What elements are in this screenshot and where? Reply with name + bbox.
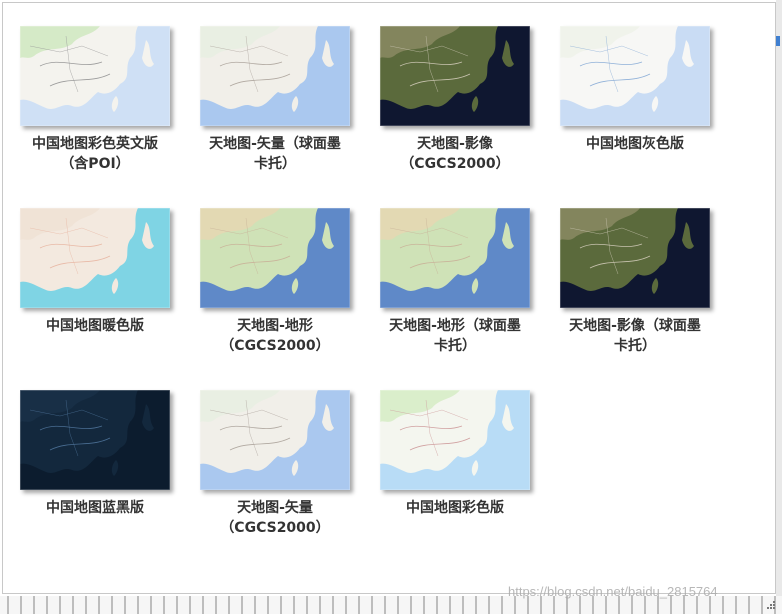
tile-china-color[interactable] <box>380 390 530 495</box>
label-line: 中国地图蓝黑版 <box>46 500 144 516</box>
map-thumbnail-image <box>200 26 350 126</box>
resize-grip-icon[interactable] <box>766 600 776 610</box>
tile-tianditu-vector-cgcs[interactable] <box>200 390 350 495</box>
map-thumbnail-image <box>380 26 530 126</box>
label-line: 天地图-矢量 <box>237 500 313 516</box>
label-line: （含POI） <box>60 156 130 172</box>
map-thumbnail-image <box>20 208 170 308</box>
map-thumbnail-label[interactable]: 中国地图暖色版 <box>0 316 195 336</box>
label-line: 卡托） <box>614 338 656 354</box>
map-thumbnail-label[interactable]: 天地图-地形 （CGCS2000） <box>175 316 375 356</box>
map-thumbnail-label[interactable]: 天地图-矢量 （CGCS2000） <box>175 498 375 538</box>
map-thumbnail-label[interactable]: 天地图-影像 （CGCS2000） <box>355 134 555 174</box>
tile-china-gray[interactable] <box>560 26 710 131</box>
map-thumbnail-image <box>20 26 170 126</box>
label-line: （CGCS2000） <box>220 338 330 354</box>
label-line: 中国地图暖色版 <box>46 318 144 334</box>
map-thumbnail-image <box>560 26 710 126</box>
label-line: 中国地图彩色版 <box>406 500 504 516</box>
map-thumbnail-label[interactable]: 天地图-地形（球面墨 卡托） <box>355 316 555 356</box>
map-thumbnail-label[interactable]: 天地图-矢量（球面墨 卡托） <box>175 134 375 174</box>
label-line: 天地图-影像 <box>417 136 493 152</box>
label-line: 天地图-地形 <box>237 318 313 334</box>
label-line: 天地图-地形（球面墨 <box>389 318 521 334</box>
map-thumbnail-label[interactable]: 中国地图彩色版 <box>355 498 555 518</box>
tile-tianditu-terrain-cgcs[interactable] <box>200 208 350 313</box>
map-thumbnail-label[interactable]: 天地图-影像（球面墨 卡托） <box>535 316 735 356</box>
map-thumbnail-image <box>200 390 350 490</box>
map-thumbnail-label[interactable]: 中国地图蓝黑版 <box>0 498 195 518</box>
label-line: 中国地图灰色版 <box>586 136 684 152</box>
tile-china-blue-black[interactable] <box>20 390 170 495</box>
tile-tianditu-image-cgcs[interactable] <box>380 26 530 131</box>
map-thumbnail-image <box>380 390 530 490</box>
label-line: 天地图-矢量（球面墨 <box>209 136 341 152</box>
map-thumbnail-image <box>20 390 170 490</box>
map-thumbnail-image <box>560 208 710 308</box>
tile-tianditu-image-mercator[interactable] <box>560 208 710 313</box>
tile-tianditu-vector-mercator[interactable] <box>200 26 350 131</box>
map-thumbnail-image <box>380 208 530 308</box>
map-thumbnail-label[interactable]: 中国地图灰色版 <box>535 134 735 154</box>
watermark-text: https://blog.csdn.net/baidu_2815764 <box>508 584 718 599</box>
label-line: 中国地图彩色英文版 <box>32 136 158 152</box>
tile-tianditu-terrain-mercator[interactable] <box>380 208 530 313</box>
window-edge <box>776 0 782 614</box>
label-line: （CGCS2000） <box>220 520 330 536</box>
label-line: 卡托） <box>434 338 476 354</box>
tile-china-warm[interactable] <box>20 208 170 313</box>
window-edge-accent <box>776 36 780 46</box>
map-thumbnail-label[interactable]: 中国地图彩色英文版 （含POI） <box>0 134 195 174</box>
label-line: 天地图-影像（球面墨 <box>569 318 701 334</box>
tile-china-color-english[interactable] <box>20 26 170 131</box>
label-line: 卡托） <box>254 156 296 172</box>
map-thumbnail-image <box>200 208 350 308</box>
label-line: （CGCS2000） <box>400 156 510 172</box>
